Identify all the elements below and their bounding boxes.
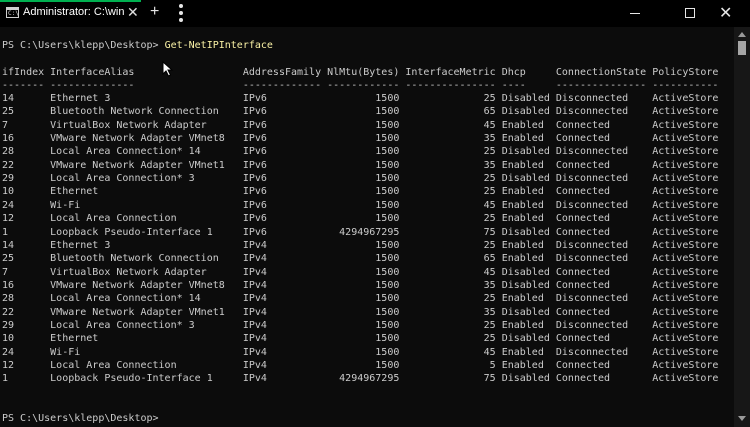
close-icon: ✕ — [719, 5, 733, 22]
table-header: ifIndex InterfaceAlias AddressFamily NlM… — [2, 67, 719, 78]
table-row: 22 VMware Network Adapter VMnet1 IPv4 15… — [2, 306, 719, 318]
table-row: 7 VirtualBox Network Adapter IPv4 1500 4… — [2, 266, 719, 278]
table-row: 24 Wi-Fi IPv6 1500 45 Enabled Disconnect… — [2, 199, 719, 211]
table-row: 29 Local Area Connection* 3 IPv6 1500 25… — [2, 173, 719, 185]
tab-active-indicator — [0, 0, 141, 2]
table-row: 12 Local Area Connection IPv6 1500 25 En… — [2, 213, 719, 225]
maximize-icon — [685, 8, 695, 18]
table-row: 28 Local Area Connection* 14 IPv4 1500 2… — [2, 293, 719, 305]
terminal-output[interactable]: PS C:\Users\klepp\Desktop> Get-NetIPInte… — [0, 27, 734, 427]
command-text: Get-NetIPInterface — [164, 40, 273, 51]
table-row: 16 VMware Network Adapter VMnet8 IPv6 15… — [2, 133, 719, 145]
table-row: 10 Ethernet IPv6 1500 25 Enabled Connect… — [2, 186, 719, 198]
minimize-button[interactable] — [612, 0, 658, 27]
scroll-up-icon[interactable] — [738, 32, 746, 37]
table-row: 14 Ethernet 3 IPv6 1500 25 Disabled Disc… — [2, 93, 719, 104]
table-row: 29 Local Area Connection* 3 IPv4 1500 25… — [2, 319, 719, 331]
table-row: 25 Bluetooth Network Connection IPv6 150… — [2, 106, 719, 118]
table-row: 10 Ethernet IPv4 1500 25 Disabled Connec… — [2, 333, 719, 345]
vertical-dots-icon[interactable] — [178, 4, 184, 22]
scroll-down-icon[interactable] — [738, 416, 746, 421]
table-row: 22 VMware Network Adapter VMnet1 IPv6 15… — [2, 159, 719, 171]
tab-close-icon[interactable]: ✕ — [127, 4, 139, 20]
table-row: 7 VirtualBox Network Adapter IPv6 1500 4… — [2, 119, 719, 131]
vertical-scrollbar[interactable] — [734, 27, 750, 427]
tab-title: Administrator: C:\windo... — [23, 6, 125, 18]
table-row: 24 Wi-Fi IPv4 1500 45 Enabled Disconnect… — [2, 346, 719, 358]
prompt: PS C:\Users\klepp\Desktop> — [2, 40, 165, 51]
title-bar[interactable]: C:\ Administrator: C:\windo... ✕ + ✕ — [0, 0, 750, 27]
prompt-line: PS C:\Users\klepp\Desktop> Get-NetIPInte… — [2, 39, 273, 52]
table-row: 1 Loopback Pseudo-Interface 1 IPv4 42949… — [2, 373, 719, 385]
table-row: 25 Bluetooth Network Connection IPv4 150… — [2, 253, 719, 265]
close-button[interactable]: ✕ — [703, 0, 749, 27]
minimize-icon — [630, 13, 640, 14]
terminal-tab[interactable]: C:\ Administrator: C:\windo... ✕ — [0, 0, 141, 27]
table-row: 28 Local Area Connection* 14 IPv6 1500 2… — [2, 146, 719, 158]
console-icon: C:\ — [6, 7, 19, 18]
table-row: 1 Loopback Pseudo-Interface 1 IPv6 42949… — [2, 226, 719, 238]
table-separator: ------- -------------- ------------- ---… — [2, 80, 719, 91]
table-row: 14 Ethernet 3 IPv4 1500 25 Enabled Disco… — [2, 239, 719, 251]
table-row: 16 VMware Network Adapter VMnet8 IPv4 15… — [2, 279, 719, 291]
scroll-thumb[interactable] — [738, 41, 746, 55]
new-tab-button[interactable]: + — [150, 3, 159, 21]
table-row: 12 Local Area Connection IPv4 1500 5 Ena… — [2, 360, 719, 371]
prompt-line-2: PS C:\Users\klepp\Desktop> — [2, 413, 159, 424]
